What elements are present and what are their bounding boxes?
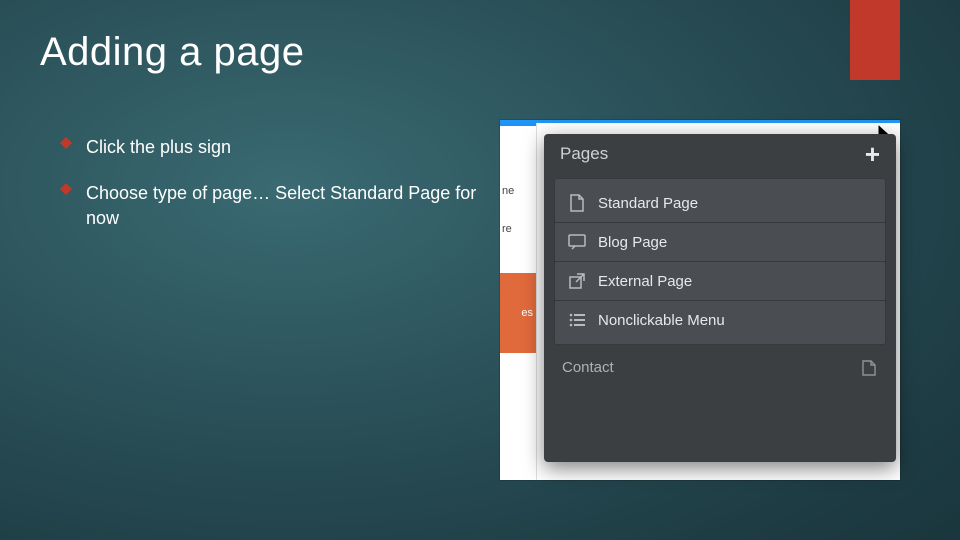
menu-item-label: Nonclickable Menu bbox=[598, 312, 725, 329]
screenshot-inset: ne re es Pages + Standard Page bbox=[500, 120, 900, 480]
slide-title: Adding a page bbox=[40, 30, 305, 75]
accent-bar bbox=[850, 0, 900, 80]
menu-item-external-page[interactable]: External Page bbox=[554, 262, 886, 301]
menu-item-nonclickable-menu[interactable]: Nonclickable Menu bbox=[554, 301, 886, 339]
slide: Adding a page Click the plus sign Choose… bbox=[0, 0, 960, 540]
existing-page-label: Contact bbox=[562, 359, 614, 376]
diamond-icon bbox=[60, 183, 72, 195]
bullet-list: Click the plus sign Choose type of page…… bbox=[60, 135, 480, 252]
cropped-orange-block: es bbox=[500, 273, 536, 353]
menu-item-label: Standard Page bbox=[598, 195, 698, 212]
cropped-text: re bbox=[502, 223, 534, 235]
page-icon bbox=[568, 194, 586, 212]
window-top-accent bbox=[500, 120, 900, 123]
blog-icon bbox=[568, 233, 586, 251]
strip-accent bbox=[500, 123, 536, 126]
list-icon bbox=[568, 311, 586, 329]
panel-title: Pages bbox=[560, 144, 608, 164]
pages-panel: Pages + Standard Page Blog Page bbox=[544, 134, 896, 462]
bullet-text: Choose type of page… Select Standard Pag… bbox=[86, 181, 480, 230]
menu-item-blog-page[interactable]: Blog Page bbox=[554, 223, 886, 262]
menu-item-label: Blog Page bbox=[598, 234, 667, 251]
page-type-menu: Standard Page Blog Page External Page bbox=[554, 178, 886, 345]
menu-item-label: External Page bbox=[598, 273, 692, 290]
diamond-icon bbox=[60, 137, 72, 149]
bullet-text: Click the plus sign bbox=[86, 135, 231, 159]
background-page-strip: ne re es bbox=[500, 123, 537, 480]
panel-header: Pages + bbox=[544, 134, 896, 178]
bullet-item: Click the plus sign bbox=[60, 135, 480, 159]
menu-item-standard-page[interactable]: Standard Page bbox=[554, 184, 886, 223]
bullet-item: Choose type of page… Select Standard Pag… bbox=[60, 181, 480, 230]
cropped-text: ne bbox=[502, 185, 534, 197]
add-page-button[interactable]: + bbox=[865, 145, 880, 163]
external-link-icon bbox=[568, 272, 586, 290]
panel-footer-row[interactable]: Contact bbox=[544, 345, 896, 376]
page-icon bbox=[862, 360, 878, 376]
